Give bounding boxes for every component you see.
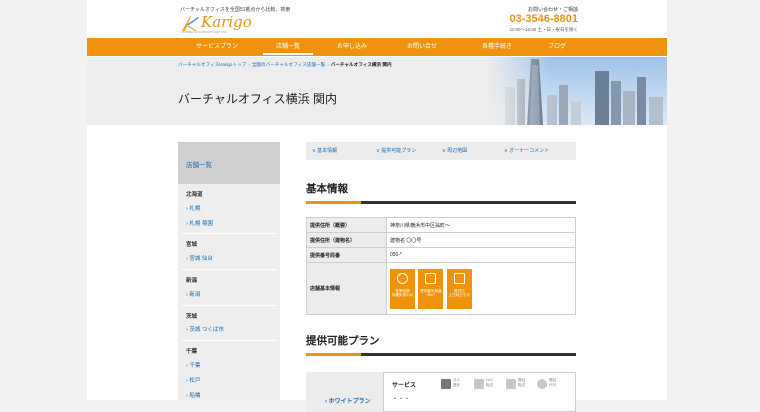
nav-item-blog[interactable]: ブログ [537,38,577,56]
table-key: 店舗基本情報 [306,262,387,315]
sidebar-item-matsudo[interactable]: › 松戸 [186,376,200,384]
service-seal: 法人 登記 [441,378,471,394]
section-title-plans: 提供可能プラン [306,335,380,347]
badge-text: 提供番号局番 050-* [420,288,442,298]
sidebar-region-chiba: 千葉 [186,349,198,355]
clock-icon [397,272,408,284]
sidebar-divider [182,340,276,341]
sidebar-item-niigata[interactable]: › 新潟 [186,290,200,298]
section-underline [306,353,576,356]
badge-text: 営業時間 特選気成のみ [391,288,414,298]
breadcrumb-link-stores[interactable]: 全国のバーチャルオフィス店舗一覧 [252,62,325,67]
main-nav: サービスプラン 店舗一覧 お申し込み お問い合せ 各種手続き ブログ [87,38,667,56]
sidebar-divider [182,305,276,306]
city-skyline-image [487,57,667,125]
sidebar-region-niigata: 新潟 [186,278,198,284]
table-key: 提供住所（概要） [306,217,387,233]
page-title: バーチャルオフィス横浜 関内 [178,92,337,106]
sidebar-divider [182,233,276,234]
table-row: 提供住所（建物名） 建物名 〇〇号 [306,232,576,248]
sidebar-region-miyagi: 宮城 [186,242,198,248]
service-text: 法人 登記 [453,378,461,387]
calendar-badge: 提供日 土日祝日も可 [446,268,472,309]
badge-text: 提供日 土日祝日も可 [448,288,471,298]
breadcrumb-separator: › [327,62,329,67]
plan-name[interactable]: › ホワイトプラン [325,396,371,405]
logo-subtitle: BUSINESS SUPPORT FOR YOU [182,30,227,34]
tab-plans[interactable]: ∨ 提供可能プラン [376,142,416,160]
table-value: 建物名 〇〇号 [386,232,576,248]
sidebar-item-miyagi-sendai[interactable]: › 宮城 仙台 [186,254,213,262]
phone-icon [425,272,437,284]
breadcrumb-separator: › [248,62,250,67]
sidebar-header-label[interactable]: 店舗一覧 [186,159,212,169]
clock-badge: 営業時間 特選気成のみ [390,268,415,309]
sidebar-item-ibaraki-tsukuba[interactable]: › 茨城 つくば市 [186,325,224,333]
sidebar-item-sapporo-kikuzono[interactable]: › 札幌 菊園 [186,219,213,227]
section-tab-bar: ∨ 基本情報 ∨ 提供可能プラン ∨ 周辺地図 ∨ オーナーコメント [306,142,576,160]
logo-text: Karigo [201,13,252,31]
nav-item-procedures[interactable]: 各種手続き [467,38,527,56]
service-text: 電話 転送 [518,378,526,387]
nav-item-contact[interactable]: お問い合せ [392,38,452,56]
person-icon [537,379,547,389]
service-phone-forward: 電話 転送 [506,378,536,394]
contact-label: お問い合わせ・ご相談 [527,7,578,13]
sidebar-header: 店舗一覧 [178,142,280,184]
sidebar-region-ibaraki: 茨城 [186,314,198,320]
table-value: 営業時間 特選気成のみ 提供番号局番 050-* 提供日 土日祝日も可 [386,262,576,315]
section-title-basic-info: 基本情報 [306,183,348,195]
nav-item-apply[interactable]: お申し込み [327,38,377,56]
sidebar-divider [182,269,276,270]
tab-basic-info[interactable]: ∨ 基本情報 [312,142,337,160]
table-key: 提供番号局番 [306,247,387,263]
fax-icon [474,379,484,389]
phone-badge: 提供番号局番 050-* [418,268,444,309]
sidebar-item-chiba[interactable]: › 千葉 [186,361,200,369]
service-text: FAX 転送 [486,378,494,387]
sidebar-region-hokkaido: 北海道 [186,192,203,198]
basic-info-table: 提供住所（概要） 神奈川県横浜市中区翁町〜 提供住所（建物名） 建物名 〇〇号 … [306,217,576,315]
table-value: 050-* [386,247,576,263]
breadcrumb-current: バーチャルオフィス横浜 関内 [330,62,392,67]
nav-item-store-list[interactable]: 店舗一覧 [259,38,317,56]
tab-owner-comment[interactable]: ∨ オーナーコメント [504,142,549,160]
sidebar-item-sapporo[interactable]: › 札幌 [186,204,200,212]
contact-hours: 11:00〜16:00 土・日・祝日を除く [509,27,578,32]
table-value: 神奈川県横浜市中区翁町〜 [386,217,576,233]
service-text: 電話 代行 [549,378,557,387]
table-row: 店舗基本情報 営業時間 特選気成のみ 提供番号局番 050-* 提供日 土日祝日… [306,262,576,315]
plan-dots: ・・・ [392,397,411,403]
header-tagline: バーチャルオフィスを全国51拠点から比較、検索 [180,7,291,13]
breadcrumb-link-top[interactable]: バーチャルオフィスKarigoトップ [178,62,246,67]
phone-forward-icon [506,379,516,389]
calendar-icon [453,272,465,284]
tab-map[interactable]: ∨ 周辺地図 [442,142,467,160]
table-key: 提供住所（建物名） [306,232,387,248]
seal-icon [441,379,451,389]
sidebar-item-funabashi[interactable]: › 船橋 [186,391,200,399]
table-row: 提供住所（概要） 神奈川県横浜市中区翁町〜 [306,217,576,233]
plan-service-label: サービス [392,383,417,389]
contact-phone[interactable]: 03-3546-8801 [500,13,578,25]
plan-card-left [306,372,384,412]
service-person: 電話 代行 [537,378,567,394]
nav-item-service-plan[interactable]: サービスプラン [182,38,252,56]
breadcrumb: バーチャルオフィスKarigoトップ › 全国のバーチャルオフィス店舗一覧 › バーチャ… [178,62,392,68]
table-row: 提供番号局番 050-* [306,247,576,263]
section-underline [306,201,576,204]
service-fax: FAX 転送 [474,378,504,394]
